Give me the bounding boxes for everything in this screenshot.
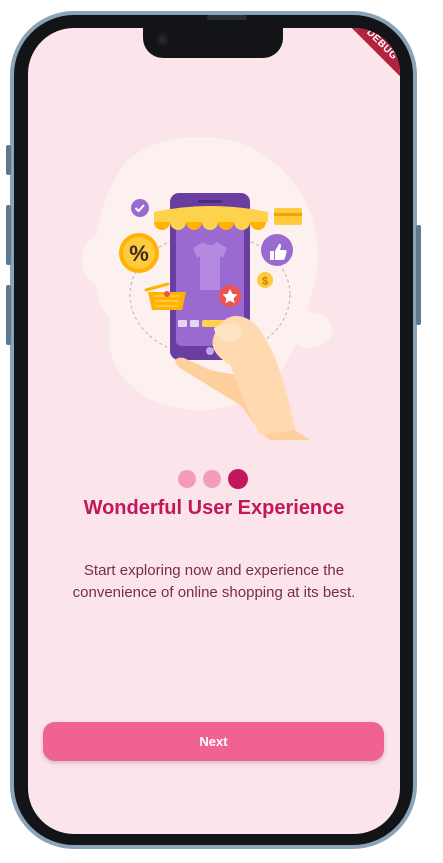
background-blob-left <box>82 236 114 284</box>
next-button[interactable]: Next <box>43 722 384 761</box>
page-dot-1[interactable] <box>178 470 196 488</box>
phone-speaker <box>198 200 222 203</box>
page-indicator <box>178 468 248 490</box>
dollar-symbol: $ <box>262 276 268 288</box>
front-camera-icon <box>156 33 169 46</box>
side-button-mute <box>6 145 11 175</box>
basket-item <box>164 291 170 297</box>
onboarding-illustration: % $ <box>82 136 332 440</box>
side-button-volume-down <box>6 285 11 345</box>
phone-home-button <box>206 347 214 355</box>
side-button-volume-up <box>6 205 11 265</box>
onboarding-description: Start exploring now and experience the c… <box>72 562 356 601</box>
background-blob-right <box>288 312 332 348</box>
credit-card-icon <box>274 208 302 225</box>
speaker-grille <box>207 15 247 20</box>
side-button-power <box>416 225 421 325</box>
percent-symbol: % <box>129 241 149 266</box>
mini-card-icon-1 <box>178 320 187 327</box>
page-dot-2[interactable] <box>203 470 221 488</box>
page-dot-3-active[interactable] <box>228 469 248 489</box>
credit-card-stripe <box>274 213 302 216</box>
onboarding-title: Wonderful User Experience <box>83 497 345 519</box>
mini-card-icon-2 <box>190 320 199 327</box>
